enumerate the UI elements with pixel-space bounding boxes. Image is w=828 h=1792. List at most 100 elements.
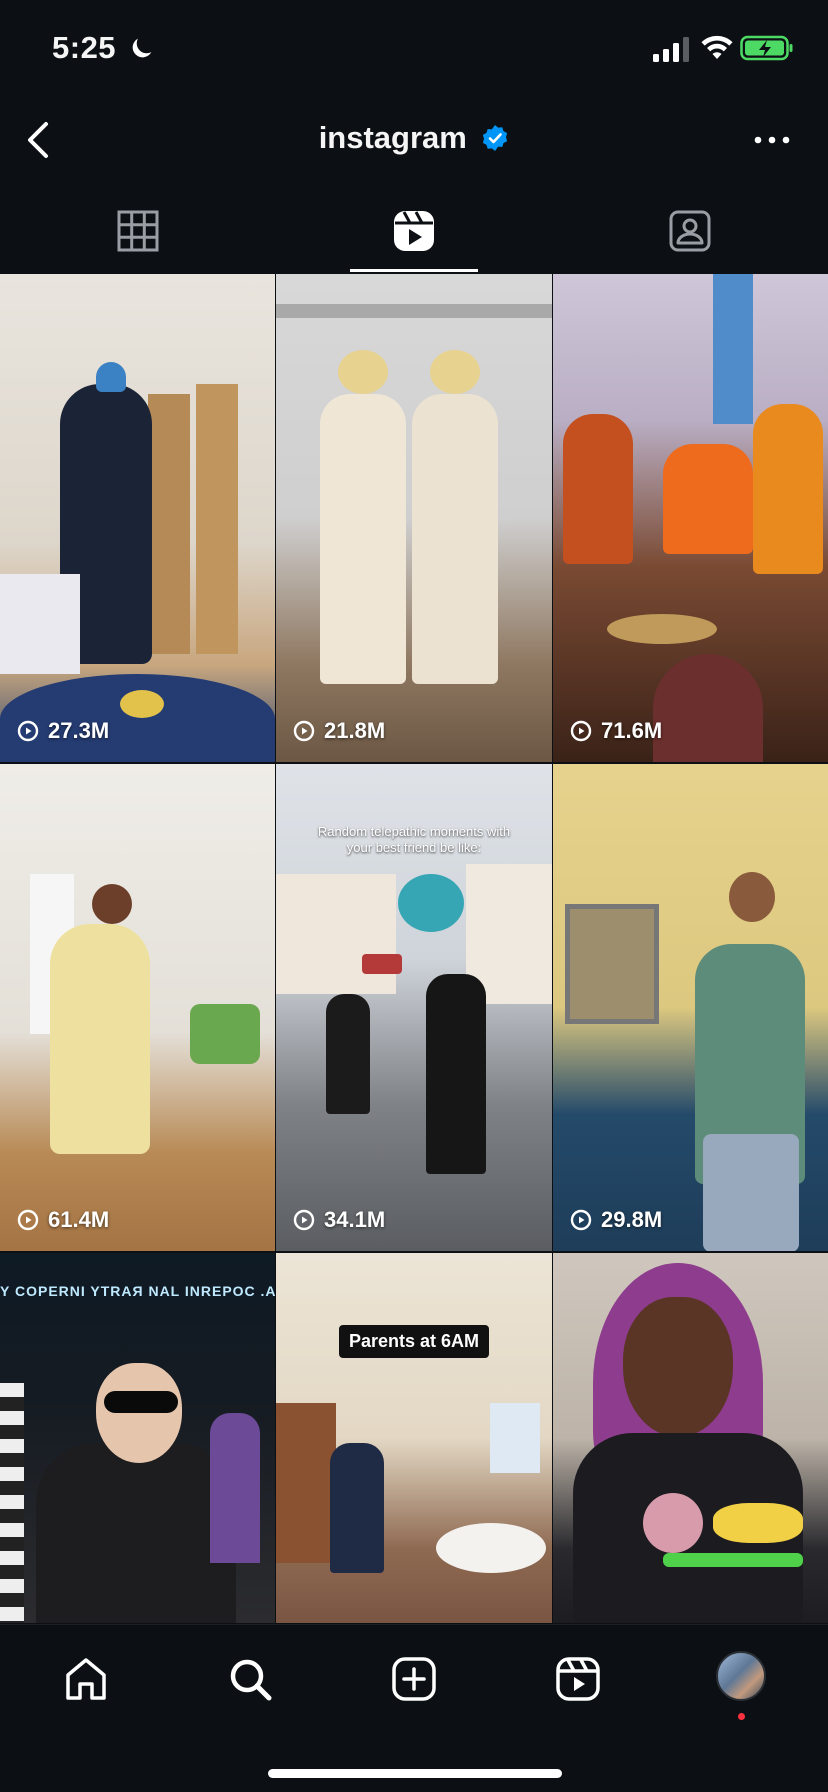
view-count-text: 34.1M — [324, 1207, 386, 1232]
door — [276, 1403, 336, 1563]
window — [490, 1403, 540, 1473]
reels-grid: 27.3M 21.8M 71.6M 61.4M Random telepathi… — [0, 274, 828, 1624]
view-count: 61.4M — [16, 1207, 109, 1233]
status-time: 5:25 — [52, 30, 117, 65]
nav-home[interactable] — [58, 1651, 114, 1707]
view-count-text: 27.3M — [48, 718, 110, 743]
person-figure — [330, 1443, 384, 1573]
bottom-nav-bar — [0, 1624, 828, 1792]
reel-thumbnail[interactable]: 21.8M — [276, 274, 552, 762]
reel-thumbnail[interactable]: Random telepathic moments with your best… — [276, 764, 552, 1251]
wifi-icon — [701, 35, 733, 59]
reel-thumbnail[interactable]: 61.4M — [0, 764, 275, 1251]
tab-tagged[interactable] — [552, 190, 828, 272]
view-count-text: 21.8M — [324, 718, 386, 743]
tab-reels[interactable] — [276, 190, 552, 272]
bed — [0, 574, 80, 674]
view-count: 27.3M — [16, 718, 109, 744]
person-figure — [326, 994, 370, 1114]
profile-tabs — [0, 190, 828, 272]
door — [196, 384, 238, 654]
battery-icon — [740, 35, 793, 61]
more-options-icon[interactable] — [752, 128, 792, 152]
play-views-icon — [293, 720, 315, 742]
reel-thumbnail[interactable]: 27.3M — [0, 274, 275, 762]
reel-caption: Random telepathic moments with your best… — [317, 824, 511, 855]
house — [276, 874, 396, 994]
door — [148, 394, 190, 654]
create-icon — [392, 1657, 436, 1701]
reel-thumbnail[interactable]: Y COPERNI YTRAЯ NAL INREPOC .A'.PAR — [0, 1253, 275, 1623]
basketball-hoop — [398, 874, 464, 932]
reels-nav-icon — [556, 1657, 600, 1701]
nav-search[interactable] — [222, 1651, 278, 1707]
drum — [653, 654, 763, 762]
person-face — [96, 1363, 182, 1463]
grid-icon — [117, 210, 159, 252]
person-hair — [430, 350, 480, 394]
person-figure — [412, 394, 498, 684]
profile-header: instagram — [0, 100, 828, 182]
reel-thumbnail[interactable]: 29.8M — [553, 764, 828, 1251]
view-count: 21.8M — [292, 718, 385, 744]
person-figure — [36, 1443, 236, 1623]
home-indicator — [268, 1769, 562, 1778]
view-count-text: 61.4M — [48, 1207, 110, 1232]
view-count: 29.8M — [569, 1207, 662, 1233]
view-count-text: 29.8M — [601, 1207, 663, 1232]
tab-grid[interactable] — [0, 190, 276, 272]
nav-reels[interactable] — [550, 1651, 606, 1707]
cymbal — [607, 614, 717, 644]
play-views-icon — [570, 720, 592, 742]
verified-badge-icon — [483, 125, 508, 151]
reel-thumbnail[interactable] — [553, 1253, 828, 1623]
wall-painting — [565, 904, 659, 1024]
ceiling-light — [276, 304, 552, 318]
person-hair — [92, 884, 132, 924]
caption-label: Parents at 6AM — [338, 1325, 490, 1358]
status-bar: 5:25 — [0, 0, 828, 100]
person-figure — [753, 404, 823, 574]
play-views-icon — [17, 720, 39, 742]
table — [436, 1523, 546, 1573]
person-figure — [663, 444, 753, 554]
person-face — [623, 1297, 733, 1437]
play-views-icon — [570, 1209, 592, 1231]
person-hair — [729, 872, 775, 922]
reels-icon — [394, 211, 434, 251]
led-sign-text: Y COPERNI YTRAЯ NAL INREPOC .A'.PAR — [0, 1283, 275, 1299]
cake — [643, 1493, 703, 1553]
play-views-icon — [293, 1209, 315, 1231]
wall-panel — [713, 274, 753, 424]
sunglasses — [104, 1391, 178, 1413]
person-hair — [338, 350, 388, 394]
cake-decoration — [713, 1503, 803, 1543]
moon-icon — [132, 38, 152, 58]
cake-decoration — [663, 1553, 803, 1567]
active-tab-indicator — [350, 269, 478, 272]
rug-planet — [120, 690, 164, 718]
person-figure — [426, 974, 486, 1174]
person-figure — [0, 1383, 24, 1623]
tagged-icon — [669, 210, 711, 252]
person-figure — [320, 394, 406, 684]
notification-dot — [738, 1713, 745, 1720]
person-hat — [96, 362, 126, 392]
profile-username: instagram — [318, 120, 467, 155]
play-views-icon — [17, 1209, 39, 1231]
cellular-signal-icon — [653, 37, 689, 62]
chair — [190, 1004, 260, 1064]
title-area: instagram — [0, 120, 828, 156]
person-jeans — [703, 1134, 799, 1251]
reel-caption: Parents at 6AM — [276, 1325, 552, 1358]
reel-thumbnail[interactable]: 71.6M — [553, 274, 828, 762]
search-icon — [230, 1659, 272, 1701]
home-icon — [66, 1658, 106, 1700]
person-figure — [210, 1413, 260, 1563]
reel-thumbnail[interactable]: Parents at 6AM — [276, 1253, 552, 1623]
view-count-text: 71.6M — [601, 718, 663, 743]
person-figure — [50, 924, 150, 1154]
nav-create[interactable] — [386, 1651, 442, 1707]
profile-avatar[interactable] — [716, 1651, 766, 1701]
person-figure — [563, 414, 633, 564]
